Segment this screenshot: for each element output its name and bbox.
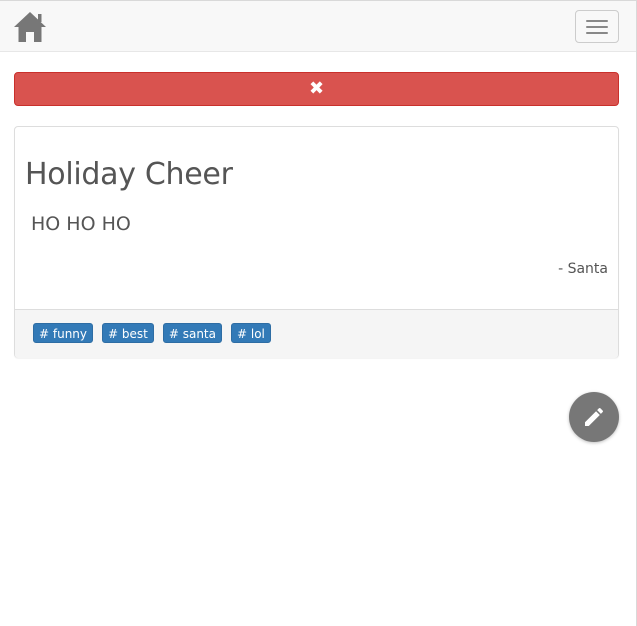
menu-toggle-button[interactable] (575, 10, 619, 43)
close-icon: ✖ (308, 78, 325, 100)
edit-button[interactable] (569, 392, 619, 442)
tag-lol[interactable]: # lol (230, 323, 271, 343)
app-frame: ✖ Holiday Cheer HO HO HO - Santa # funny… (0, 0, 637, 626)
tags-footer: # funny # best # santa # lol (15, 309, 618, 358)
tag-best[interactable]: # best (102, 323, 154, 343)
hamburger-menu-icon-bar (586, 26, 608, 28)
hamburger-menu-icon (586, 20, 608, 22)
quote-text: HO HO HO (31, 213, 131, 235)
quote-title: Holiday Cheer (25, 157, 233, 192)
quote-card: Holiday Cheer HO HO HO - Santa # funny #… (14, 126, 619, 358)
dismiss-button[interactable]: ✖ (14, 72, 619, 106)
tag-santa[interactable]: # santa (162, 323, 222, 343)
quote-author: - Santa (558, 261, 608, 277)
tag-list: # funny # best # santa # lol (33, 323, 271, 343)
tag-funny[interactable]: # funny (33, 323, 94, 343)
home-icon[interactable] (13, 11, 47, 43)
navbar (0, 1, 636, 52)
hamburger-menu-icon-bar (586, 32, 608, 34)
pencil-icon (585, 407, 604, 426)
